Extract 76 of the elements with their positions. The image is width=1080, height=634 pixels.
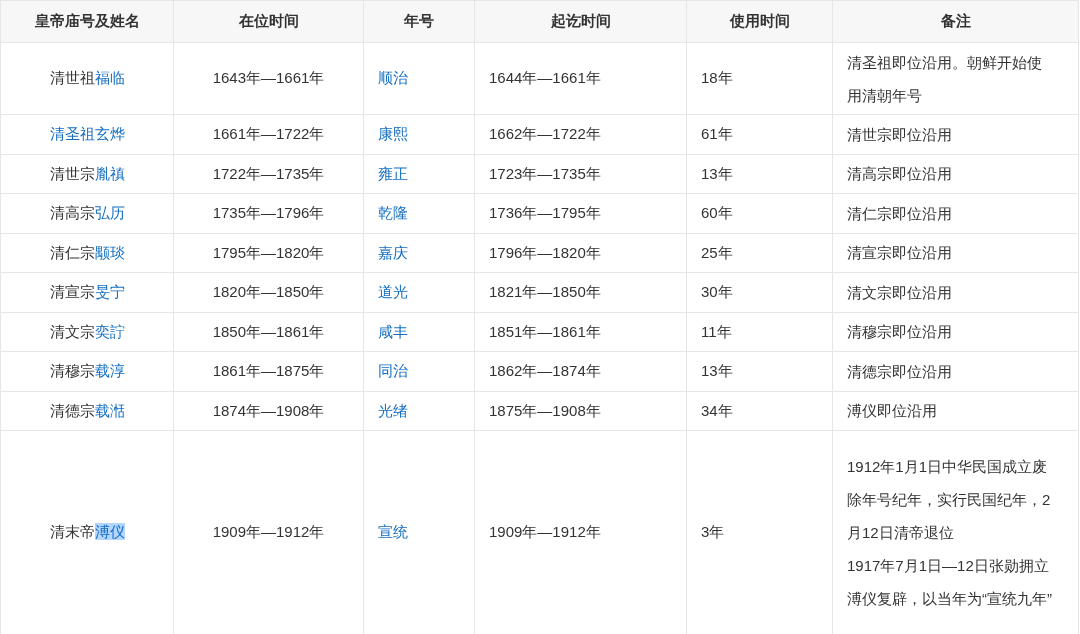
column-header: 年号 bbox=[404, 12, 434, 30]
table-cell: 18年 bbox=[701, 69, 733, 87]
table-cell: 1644年—1661年 bbox=[489, 69, 601, 87]
table-cell: 1874年—1908年 bbox=[212, 401, 325, 419]
column-header: 备注 bbox=[940, 12, 971, 30]
era-link[interactable]: 同治 bbox=[378, 362, 408, 379]
emperor-name: 清德宗载湉 bbox=[49, 401, 125, 419]
table-cell: 34年 bbox=[701, 401, 733, 419]
era-link[interactable]: 宣统 bbox=[378, 523, 408, 541]
emperor-name: 清仁宗颙琰 bbox=[49, 243, 125, 261]
name-link[interactable]: 胤禛 bbox=[94, 164, 125, 182]
table-cell: 1875年—1908年 bbox=[489, 401, 601, 419]
name-link[interactable]: 溥仪 bbox=[94, 523, 125, 541]
remark-text: 清高宗即位沿用 bbox=[847, 164, 953, 185]
table-cell: 1643年—1661年 bbox=[212, 69, 325, 87]
name-link[interactable]: 福临 bbox=[94, 69, 125, 87]
era-link[interactable]: 道光 bbox=[378, 283, 408, 300]
name-link[interactable]: 奕詝 bbox=[94, 322, 125, 340]
table-cell: 1909年—1912年 bbox=[489, 523, 601, 541]
emperor-name: 清高宗弘历 bbox=[49, 204, 125, 221]
emperor-name: 清宣宗旻宁 bbox=[49, 283, 125, 300]
name-link[interactable]: 载湉 bbox=[94, 401, 125, 419]
emperor-name: 清文宗奕詝 bbox=[49, 322, 125, 340]
emperor-name: 清世宗胤禛 bbox=[49, 164, 125, 182]
table-cell: 1821年—1850年 bbox=[489, 283, 601, 300]
name-link[interactable]: 颙琰 bbox=[94, 243, 125, 261]
table-cell: 13年 bbox=[701, 362, 733, 379]
table-cell: 60年 bbox=[701, 204, 733, 221]
table-cell: 11年 bbox=[701, 322, 732, 340]
column-header: 起讫时间 bbox=[550, 12, 611, 30]
table-cell: 1820年—1850年 bbox=[212, 283, 325, 300]
era-link[interactable]: 乾隆 bbox=[378, 204, 408, 221]
table-cell: 1736年—1795年 bbox=[489, 204, 601, 221]
table-cell: 1850年—1861年 bbox=[212, 322, 325, 340]
table-cell: 1662年—1722年 bbox=[489, 125, 601, 142]
name-link[interactable]: 载淳 bbox=[94, 362, 125, 379]
table-cell: 25年 bbox=[701, 243, 733, 261]
table-cell: 1723年—1735年 bbox=[489, 164, 601, 182]
name-link[interactable]: 旻宁 bbox=[94, 283, 125, 300]
table-cell: 1796年—1820年 bbox=[489, 243, 601, 261]
name-link[interactable]: 清圣祖玄烨 bbox=[49, 125, 125, 142]
era-link[interactable]: 咸丰 bbox=[378, 322, 408, 340]
era-link[interactable]: 顺治 bbox=[378, 69, 408, 87]
remark-text: 1917年7月1日—12日张勋拥立溥仪复辟，以当年为“宣统九年” bbox=[847, 556, 1052, 609]
table-cell: 1722年—1735年 bbox=[212, 164, 325, 182]
era-link[interactable]: 雍正 bbox=[378, 164, 408, 182]
table-cell: 1861年—1875年 bbox=[212, 362, 325, 379]
table-cell: 1851年—1861年 bbox=[489, 322, 601, 340]
table-cell: 3年 bbox=[701, 523, 725, 541]
remark-text: 清穆宗即位沿用 bbox=[847, 322, 953, 343]
table-cell: 1795年—1820年 bbox=[212, 243, 325, 261]
remark-text: 清德宗即位沿用 bbox=[847, 361, 953, 382]
era-link[interactable]: 嘉庆 bbox=[378, 243, 408, 261]
remark-text: 清宣宗即位沿用 bbox=[847, 243, 953, 264]
name-link[interactable]: 弘历 bbox=[94, 204, 125, 221]
table-cell: 61年 bbox=[701, 125, 733, 142]
table-cell: 1661年—1722年 bbox=[212, 125, 325, 142]
remark-text: 清世宗即位沿用 bbox=[847, 124, 953, 145]
table-cell: 1735年—1796年 bbox=[212, 204, 325, 221]
remark-text: 清圣祖即位沿用。朝鲜开始使用清朝年号 bbox=[847, 52, 1043, 106]
table-cell: 30年 bbox=[701, 283, 733, 300]
remark-text: 1912年1月1日中华民国成立废除年号纪年，实行民国纪年，2月12日清帝退位 bbox=[847, 457, 1052, 543]
era-link[interactable]: 光绪 bbox=[378, 401, 408, 419]
table-cell: 13年 bbox=[701, 164, 733, 182]
table-cell: 1862年—1874年 bbox=[489, 362, 601, 379]
remark-text: 清仁宗即位沿用 bbox=[847, 203, 953, 224]
era-link[interactable]: 康熙 bbox=[378, 125, 408, 142]
emperor-name: 清末帝溥仪 bbox=[49, 523, 125, 541]
emperor-name: 清穆宗载淳 bbox=[49, 362, 125, 379]
column-header: 使用时间 bbox=[729, 12, 790, 30]
emperor-name: 清世祖福临 bbox=[49, 69, 125, 87]
column-header: 在位时间 bbox=[238, 12, 299, 30]
remark-text: 溥仪即位沿用 bbox=[847, 401, 938, 422]
table-cell: 1909年—1912年 bbox=[212, 523, 325, 541]
column-header: 皇帝庙号及姓名 bbox=[34, 12, 140, 30]
remark-text: 清文宗即位沿用 bbox=[847, 282, 953, 303]
